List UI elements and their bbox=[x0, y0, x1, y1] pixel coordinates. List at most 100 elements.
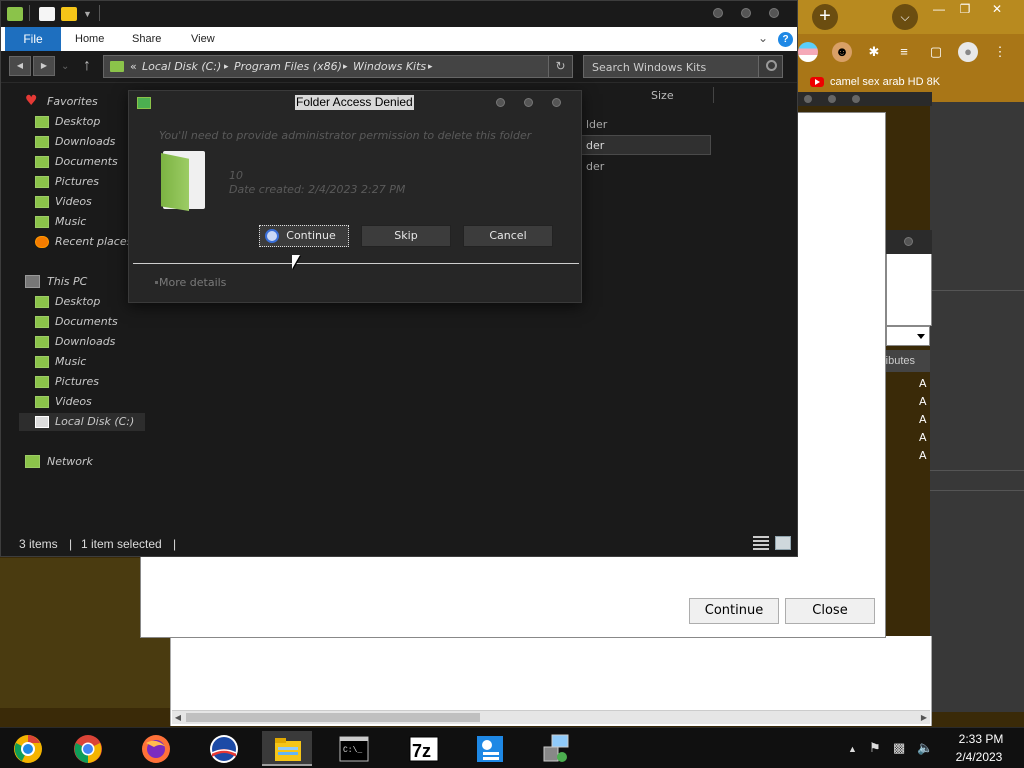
scroll-right-arrow-icon[interactable]: ▶ bbox=[918, 712, 930, 724]
mouse-cursor-icon bbox=[292, 255, 300, 269]
cancel-button[interactable]: Cancel bbox=[463, 225, 553, 247]
taskbar-app-file-explorer[interactable] bbox=[262, 731, 312, 766]
minimize-icon[interactable] bbox=[496, 98, 505, 107]
customize-quick-access-icon[interactable]: ▼ bbox=[83, 9, 92, 19]
control-panel-icon bbox=[477, 736, 503, 762]
network-status-icon[interactable]: ▩ bbox=[893, 740, 905, 756]
close-icon[interactable] bbox=[769, 8, 779, 18]
scrollbar-thumb[interactable] bbox=[186, 713, 480, 722]
restore-button[interactable]: ❐ bbox=[954, 2, 976, 16]
close-button[interactable]: ✕ bbox=[986, 2, 1008, 16]
volume-icon[interactable]: 🔈 bbox=[917, 740, 933, 756]
taskbar-app-obama[interactable] bbox=[198, 731, 248, 766]
address-overflow[interactable]: « bbox=[130, 60, 137, 73]
close-button[interactable]: Close bbox=[785, 598, 875, 624]
taskbar-app-network[interactable] bbox=[530, 731, 580, 766]
extension-flag-icon[interactable] bbox=[798, 42, 818, 62]
breadcrumb-separator-icon[interactable]: ▸ bbox=[224, 62, 229, 72]
attributes-column-header[interactable]: ributes bbox=[886, 350, 930, 372]
downloads-icon bbox=[35, 136, 49, 148]
network-computer-icon bbox=[543, 734, 569, 762]
computer-icon bbox=[25, 275, 40, 288]
extension-avatar-icon[interactable]: ☻ bbox=[832, 42, 852, 62]
file-type-cell[interactable]: der bbox=[586, 139, 604, 152]
svg-text:7z: 7z bbox=[412, 741, 431, 761]
more-details-toggle[interactable]: More details bbox=[159, 276, 226, 289]
breadcrumb-separator-icon[interactable]: ▸ bbox=[343, 62, 348, 72]
search-icon[interactable] bbox=[758, 56, 782, 77]
continue-button[interactable]: Continue bbox=[259, 225, 349, 247]
desktop-icon bbox=[35, 296, 49, 308]
folder-icon bbox=[7, 7, 23, 21]
refresh-icon[interactable]: ↻ bbox=[548, 56, 572, 77]
drive-icon bbox=[35, 416, 49, 428]
tab-view[interactable]: View bbox=[191, 27, 215, 51]
window-control-icon[interactable] bbox=[804, 95, 812, 103]
expand-ribbon-icon[interactable]: ⌄ bbox=[758, 31, 768, 45]
new-folder-icon[interactable] bbox=[61, 7, 77, 21]
minimize-button[interactable]: — bbox=[928, 2, 950, 16]
maximize-icon[interactable] bbox=[524, 98, 533, 107]
skip-button[interactable]: Skip bbox=[361, 225, 451, 247]
action-center-flag-icon[interactable]: ⚑ bbox=[869, 740, 881, 756]
breadcrumb-local-disk[interactable]: Local Disk (C:) bbox=[142, 60, 221, 73]
show-hidden-icons-icon[interactable]: ▲ bbox=[848, 744, 857, 754]
back-button[interactable]: ◀ bbox=[9, 56, 31, 76]
tab-file[interactable]: File bbox=[5, 27, 61, 51]
background-dropdown[interactable] bbox=[886, 326, 930, 346]
new-tab-button[interactable]: + bbox=[812, 4, 838, 30]
scroll-left-arrow-icon[interactable]: ◀ bbox=[172, 712, 184, 724]
clock-time[interactable]: 2:33 PM bbox=[952, 732, 1010, 746]
clock-date[interactable]: 2/4/2023 bbox=[950, 750, 1008, 764]
taskbar-app-7zip[interactable]: 7z bbox=[398, 731, 448, 766]
playlist-icon[interactable]: ≡ bbox=[894, 42, 914, 62]
tab-share[interactable]: Share bbox=[132, 27, 161, 51]
profile-icon[interactable]: ● bbox=[958, 42, 978, 62]
taskbar-app-chrome[interactable] bbox=[62, 731, 112, 766]
file-type-cell[interactable]: lder bbox=[586, 118, 607, 131]
close-icon[interactable] bbox=[552, 98, 561, 107]
continue-button[interactable]: Continue bbox=[689, 598, 779, 624]
help-icon[interactable]: ? bbox=[778, 32, 793, 47]
recent-locations-icon[interactable]: ⌄ bbox=[61, 61, 69, 72]
expand-icon[interactable] bbox=[155, 281, 158, 284]
details-view-icon[interactable] bbox=[753, 536, 769, 550]
horizontal-scrollbar[interactable]: ◀ ▶ bbox=[172, 710, 930, 724]
up-arrow-icon[interactable]: ↑ bbox=[83, 57, 91, 75]
menu-kebab-icon[interactable]: ⋮ bbox=[990, 42, 1010, 62]
background-panel-titlebar bbox=[886, 230, 932, 254]
search-input[interactable]: Search Windows Kits bbox=[583, 55, 783, 78]
chrome-icon bbox=[74, 735, 102, 763]
maximize-icon[interactable] bbox=[741, 8, 751, 18]
sidepanel-icon[interactable]: ▢ bbox=[926, 42, 946, 62]
bookmark-item[interactable]: camel sex arab HD 8K bbox=[810, 76, 940, 88]
search-placeholder: Search Windows Kits bbox=[592, 61, 707, 74]
videos-icon bbox=[35, 396, 49, 408]
breadcrumb-program-files[interactable]: Program Files (x86) bbox=[234, 60, 342, 73]
column-header-size[interactable]: Size bbox=[651, 89, 674, 102]
properties-icon[interactable] bbox=[39, 7, 55, 21]
window-control-icon[interactable] bbox=[904, 237, 913, 246]
breadcrumb-separator-icon[interactable]: ▸ bbox=[428, 62, 433, 72]
desktop-icon bbox=[35, 116, 49, 128]
7zip-icon: 7z bbox=[409, 736, 439, 762]
file-type-cell[interactable]: der bbox=[586, 160, 604, 173]
large-icons-view-icon[interactable] bbox=[775, 536, 791, 550]
taskbar-app-firefox[interactable] bbox=[130, 731, 180, 766]
explorer-titlebar: ▼ bbox=[1, 1, 797, 27]
window-control-icon[interactable] bbox=[828, 95, 836, 103]
window-control-icon[interactable] bbox=[852, 95, 860, 103]
taskbar-app-control-panel[interactable] bbox=[464, 731, 514, 766]
tab-home[interactable]: Home bbox=[75, 27, 104, 51]
forward-button[interactable]: ▶ bbox=[33, 56, 55, 76]
minimize-icon[interactable] bbox=[713, 8, 723, 18]
attribute-cell: A bbox=[919, 431, 927, 444]
bookmark-label: camel sex arab HD 8K bbox=[830, 76, 941, 88]
breadcrumb-windows-kits[interactable]: Windows Kits bbox=[353, 60, 426, 73]
puzzle-icon[interactable]: ✱ bbox=[864, 42, 884, 62]
tab-search-button[interactable]: ⌵ bbox=[892, 4, 918, 30]
folder-cover-icon bbox=[161, 153, 189, 211]
taskbar-app-chrome-alt[interactable] bbox=[2, 731, 52, 766]
address-bar[interactable]: « Local Disk (C:) ▸ Program Files (x86) … bbox=[103, 55, 573, 78]
taskbar-app-cmd[interactable]: C:\_ bbox=[328, 731, 378, 766]
